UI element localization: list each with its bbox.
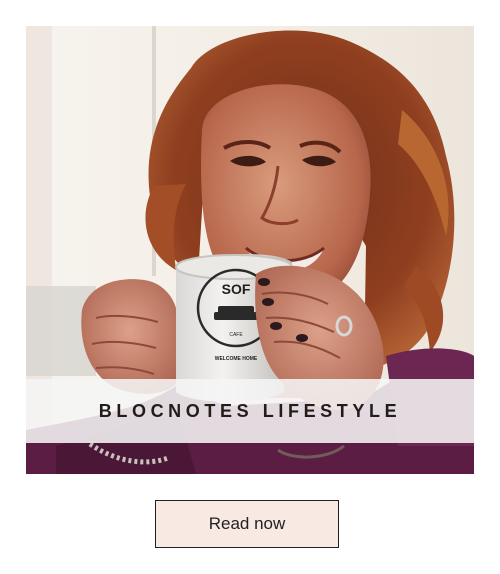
- read-now-button[interactable]: Read now: [155, 500, 339, 548]
- mug-subtext: CAFE: [229, 332, 243, 338]
- article-title-band: BLOCNOTES LIFESTYLE: [26, 379, 474, 443]
- article-title: BLOCNOTES LIFESTYLE: [98, 400, 402, 421]
- mug-footer-text: WELCOME HOME: [215, 356, 258, 362]
- mug-logo-text: SOF: [222, 281, 251, 297]
- read-now-button-label: Read now: [208, 514, 286, 533]
